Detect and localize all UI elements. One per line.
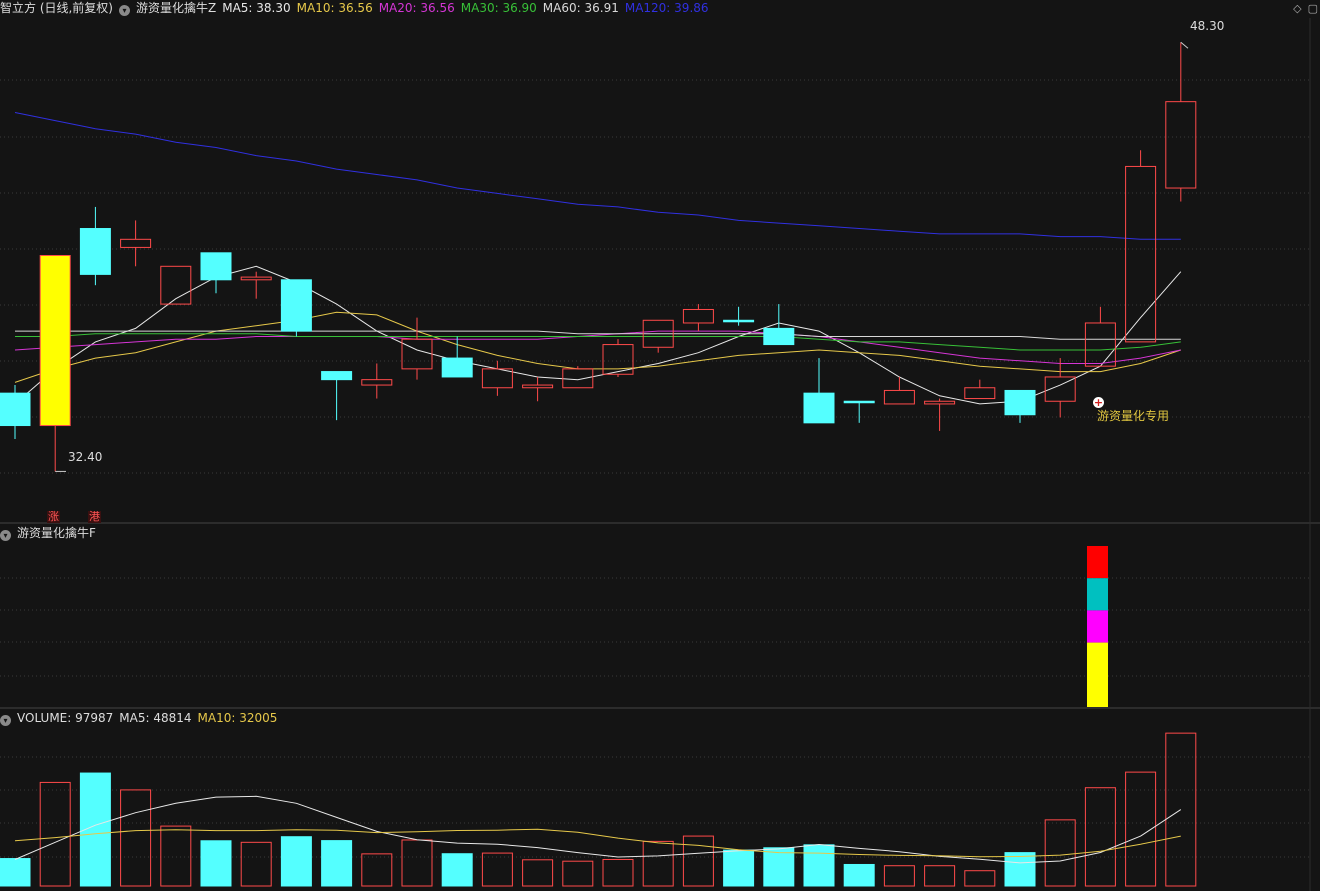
- candle-body: [1004, 389, 1036, 416]
- ma30-label: MA30: 36.90: [460, 1, 537, 15]
- candle-body: [522, 384, 554, 389]
- chevron-down-icon[interactable]: ▾: [0, 530, 11, 541]
- volume-bar: [280, 836, 312, 887]
- signal-bar-segment: [1087, 642, 1108, 707]
- signal-text: 游资量化专用: [1097, 409, 1170, 423]
- candle-body: [803, 392, 835, 424]
- high-price-label: 48.30: [1190, 19, 1225, 33]
- main-header: 智立方 (日线,前复权) ▾ 游资量化擒牛Z MA5: 38.30 MA10: 36.5…: [0, 0, 715, 16]
- ma20-label: MA20: 36.56: [378, 1, 455, 15]
- candle-body: [401, 338, 433, 370]
- volume-bar: [441, 853, 473, 887]
- ma120-label: MA120: 39.86: [624, 1, 709, 15]
- volume-bar: [803, 844, 835, 887]
- candle-body: [883, 389, 915, 405]
- volume-bar: [642, 840, 674, 887]
- volume-bar: [200, 840, 232, 887]
- chevron-down-icon[interactable]: ▾: [119, 5, 130, 16]
- candle-body: [200, 252, 232, 281]
- volume-header: ▾ VOLUME: 97987 MA5: 48814 MA10: 32005: [0, 710, 283, 726]
- ma-line-ma10: [14, 311, 1181, 383]
- stock-chart-window: 智立方 (日线,前复权) ▾ 游资量化擒牛Z MA5: 38.30 MA10: 36.5…: [0, 0, 1320, 891]
- volume-bar: [240, 841, 272, 887]
- candle-body: [964, 387, 996, 400]
- candle-body: [361, 379, 393, 386]
- ma-line-ma120: [14, 112, 1181, 240]
- candle-body: [843, 400, 875, 404]
- high-pointer: [1180, 41, 1189, 49]
- volume-bar: [1165, 732, 1197, 887]
- signal-bar-segment: [1087, 546, 1108, 579]
- candle-body: [79, 228, 111, 275]
- stock-title[interactable]: 智立方 (日线,前复权): [0, 1, 113, 15]
- volume-bar: [682, 835, 714, 887]
- diamond-icon[interactable]: ◇: [1293, 2, 1301, 15]
- candle-body: [763, 327, 795, 346]
- candle-body: [723, 319, 755, 323]
- candle-body: [240, 276, 272, 281]
- volume-bar: [883, 865, 915, 887]
- candle-body: [280, 279, 312, 332]
- candle-body: [321, 371, 353, 381]
- volume-ma10-label: MA10: 32005: [197, 711, 278, 725]
- volume-bar: [361, 853, 393, 887]
- candle-body: [1084, 322, 1116, 367]
- panel2-header: ▾ 游资量化擒牛F: [0, 525, 102, 541]
- signal-bar-segment: [1087, 610, 1108, 643]
- chevron-down-icon[interactable]: ▾: [0, 715, 11, 726]
- volume-bar: [321, 840, 353, 887]
- ma60-label: MA60: 36.91: [542, 1, 619, 15]
- candle-body: [39, 255, 71, 427]
- ma10-label: MA10: 36.56: [296, 1, 373, 15]
- chart-canvas: [0, 18, 1320, 891]
- candle-body: [481, 368, 513, 389]
- volume-bar: [160, 825, 192, 887]
- volume-bar: [39, 781, 71, 887]
- limit-up-tag[interactable]: 涨: [47, 511, 60, 523]
- low-price-label: 32.40: [68, 450, 103, 464]
- volume-bar: [120, 789, 152, 887]
- volume-ma5-label: MA5: 48814: [119, 711, 192, 725]
- volume-bar: [0, 858, 31, 887]
- volume-bar: [401, 839, 433, 887]
- volume-bar: [843, 863, 875, 887]
- panel2-title[interactable]: 游资量化擒牛F: [17, 526, 96, 540]
- volume-bar: [1084, 787, 1116, 887]
- hk-tag[interactable]: 港: [88, 511, 101, 523]
- signal-bar-segment: [1087, 578, 1108, 611]
- restore-icon[interactable]: ▢: [1308, 2, 1318, 15]
- indicator-name[interactable]: 游资量化擒牛Z: [136, 1, 216, 15]
- volume-bar: [602, 858, 634, 887]
- candle-body: [562, 368, 594, 389]
- volume-bar: [1004, 852, 1036, 887]
- volume-bar: [1044, 819, 1076, 887]
- volume-bar: [723, 849, 755, 887]
- candle-body: [682, 308, 714, 324]
- candle-body: [0, 392, 31, 427]
- candle-body: [441, 357, 473, 378]
- volume-bar: [964, 870, 996, 887]
- volume-bar: [522, 859, 554, 887]
- ma5-label: MA5: 38.30: [222, 1, 291, 15]
- candle-body: [1165, 101, 1197, 189]
- volume-bar: [763, 847, 795, 887]
- volume-bar: [562, 860, 594, 887]
- volume-bar: [924, 865, 956, 887]
- ma-line-ma20: [14, 330, 1181, 364]
- window-controls: ◇ ▢: [1287, 2, 1318, 15]
- candle-body: [924, 400, 956, 405]
- candle-body: [120, 238, 152, 248]
- volume-label: VOLUME: 97987: [17, 711, 114, 725]
- volume-bar: [481, 852, 513, 887]
